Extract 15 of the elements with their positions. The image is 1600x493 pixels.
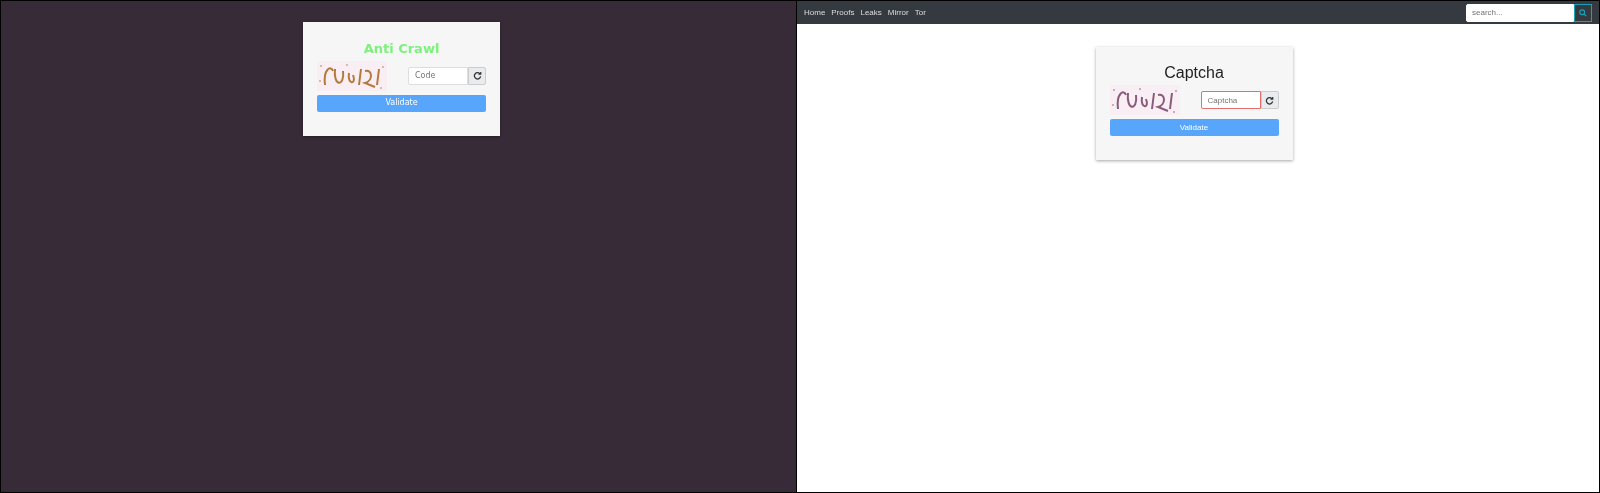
captcha-image — [1109, 85, 1180, 115]
nav-link[interactable]: Tor — [914, 6, 926, 19]
code-field[interactable]: Captcha — [1200, 91, 1261, 109]
refresh-button[interactable] — [468, 66, 486, 85]
card-title: Captcha — [1164, 63, 1224, 83]
nav-link[interactable]: Home — [804, 6, 826, 19]
nav-link[interactable]: Mirror — [887, 6, 909, 19]
card-title: Anti Crawl — [363, 40, 440, 58]
search-field[interactable]: search... — [1466, 3, 1574, 22]
refresh-icon — [1265, 95, 1274, 105]
search-button[interactable] — [1574, 3, 1592, 22]
refresh-icon — [472, 71, 482, 80]
nav-link[interactable]: Proofs — [831, 6, 855, 19]
nav-link[interactable]: Leaks — [860, 6, 882, 19]
search-icon — [1579, 8, 1587, 17]
